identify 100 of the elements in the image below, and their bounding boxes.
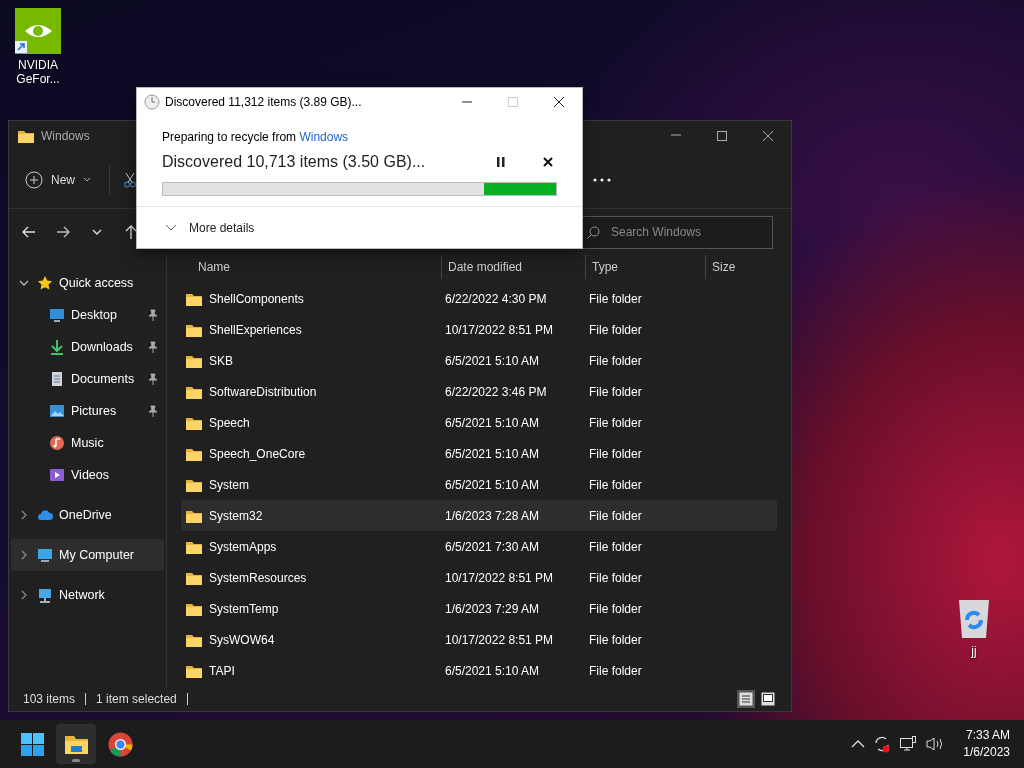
sidebar-item[interactable]: Network [11,579,164,611]
desktop-icon [49,307,65,323]
document-icon [49,371,65,387]
column-header[interactable]: Date modified [441,255,585,279]
desktop-icon-label: NVIDIA GeFor... [15,58,61,87]
expand-chevron-icon[interactable] [19,550,29,560]
date-cell-text: 10/17/2022 8:51 PM [445,631,555,649]
network-icon[interactable] [899,735,918,753]
desktop-shortcut[interactable]: jj [944,598,1004,659]
date-cell-text: 6/22/2022 3:46 PM [445,383,548,401]
desktop-icon-label: jj [971,644,977,659]
sidebar-item[interactable]: Videos [11,459,164,491]
tiles-view-button[interactable] [759,690,777,708]
sidebar-label: Quick access [59,274,134,292]
maximize-icon [716,130,728,142]
column-header[interactable]: Type [585,255,705,279]
sidebar-label: Documents [71,370,135,388]
date-cell-text: 6/5/2021 5:10 AM [445,414,541,432]
close-icon [543,157,553,167]
date-cell-text: 6/5/2021 5:10 AM [445,352,541,370]
file-explorer-taskbar-button[interactable] [56,724,96,764]
date-cell-text: 10/17/2022 8:51 PM [445,569,555,587]
new-button[interactable]: New [21,166,95,193]
date-cell-text: 6/5/2021 7:30 AM [445,538,541,556]
file-row[interactable]: TAPI 6/5/2021 5:10 AM File folder [181,655,777,686]
sidebar-item[interactable]: Downloads [11,331,164,363]
collapse-chevron-icon[interactable] [19,278,29,288]
date-cell-text: 6/5/2021 5:10 AM [445,445,541,463]
file-row[interactable]: SoftwareDistribution 6/22/2022 3:46 PM File folder [181,376,777,407]
file-row[interactable]: SystemTemp 1/6/2023 7:29 AM File folder [181,593,777,624]
file-name: SystemResources [209,569,307,587]
more-details-button[interactable]: More details [165,218,255,237]
clock-date: 1/6/2023 [963,744,1010,761]
type-cell-text: File folder [589,569,643,587]
pause-icon [497,157,505,167]
file-row[interactable]: SKB 6/5/2021 5:10 AM File folder [181,345,777,376]
picture-icon [49,403,65,419]
column-header[interactable]: Size [705,255,775,279]
folder-icon [17,128,35,144]
chevron-up-icon[interactable] [851,739,866,749]
file-name: TAPI [209,662,235,680]
file-row[interactable]: Speech 6/5/2021 5:10 AM File folder [181,407,777,438]
sidebar-item[interactable]: Pictures [11,395,164,427]
file-row[interactable]: ShellComponents 6/22/2022 4:30 PM File folder [181,283,777,314]
sidebar-label: My Computer [59,546,135,564]
video-icon [49,467,65,483]
forward-arrow-icon [55,224,71,240]
scissors-icon[interactable] [124,171,136,188]
progress-status: Discovered 10,713 items (3.50 GB)... [162,152,426,172]
file-name: SoftwareDistribution [209,383,317,401]
column-header[interactable]: Name [181,255,441,279]
type-cell-text: File folder [589,538,643,556]
close-icon [553,96,565,108]
download-icon [49,339,65,355]
type-cell-text: File folder [589,383,643,401]
plus-icon [25,170,43,189]
type-cell-text: File folder [589,476,643,494]
sidebar-label: Network [59,586,105,604]
cloud-icon [37,507,53,523]
status-text: 103 items [23,691,76,708]
sidebar-item[interactable]: My Computer [11,539,164,571]
sidebar-item[interactable]: Music [11,427,164,459]
up-arrow-icon [123,224,139,240]
sidebar-item[interactable]: Desktop [11,299,164,331]
file-row[interactable]: SystemApps 6/5/2021 7:30 AM File folder [181,531,777,562]
file-name: SKB [209,352,233,370]
file-name: ShellExperiences [209,321,302,339]
file-name: Speech_OneCore [209,445,306,463]
file-row[interactable]: Speech_OneCore 6/5/2021 5:10 AM File folder [181,438,777,469]
file-row[interactable]: System 6/5/2021 5:10 AM File folder [181,469,777,500]
file-row[interactable]: SysWOW64 10/17/2022 8:51 PM File folder [181,624,777,655]
folder-link[interactable]: Windows [299,130,349,144]
sync-icon[interactable] [873,735,892,753]
more-icon [593,177,611,182]
file-row[interactable]: SystemResources 10/17/2022 8:51 PM File folder [181,562,777,593]
details-view-button[interactable] [737,690,755,708]
sidebar-item[interactable]: OneDrive [11,499,164,531]
sidebar-item[interactable]: Documents [11,363,164,395]
file-row[interactable]: ShellExperiences 10/17/2022 8:51 PM File folder [181,314,777,345]
file-name: SystemApps [209,538,277,556]
desktop-shortcut[interactable]: NVIDIA GeFor... [8,8,68,87]
sidebar-label: Downloads [71,338,133,356]
windows-logo-icon [19,731,45,757]
expand-chevron-icon[interactable] [19,590,29,600]
status-text: 1 item selected [96,691,177,708]
clock[interactable]: 7:33 AM 1/6/2023 [963,727,1010,761]
type-cell-text: File folder [589,321,643,339]
type-cell-text: File folder [589,600,643,618]
network-icon [37,587,53,603]
file-name: Speech [209,414,250,432]
date-cell-text: 6/22/2022 4:30 PM [445,290,548,308]
expand-chevron-icon[interactable] [19,510,29,520]
type-cell-text: File folder [589,445,643,463]
sidebar-label: Videos [71,466,109,484]
sidebar-label: OneDrive [59,506,112,524]
chevron-down-icon [165,223,177,232]
file-row[interactable]: System32 1/6/2023 7:28 AM File folder [181,500,777,531]
sidebar-item[interactable]: Quick access [11,267,164,299]
date-cell-text: 1/6/2023 7:28 AM [445,507,541,525]
music-icon [49,435,65,451]
